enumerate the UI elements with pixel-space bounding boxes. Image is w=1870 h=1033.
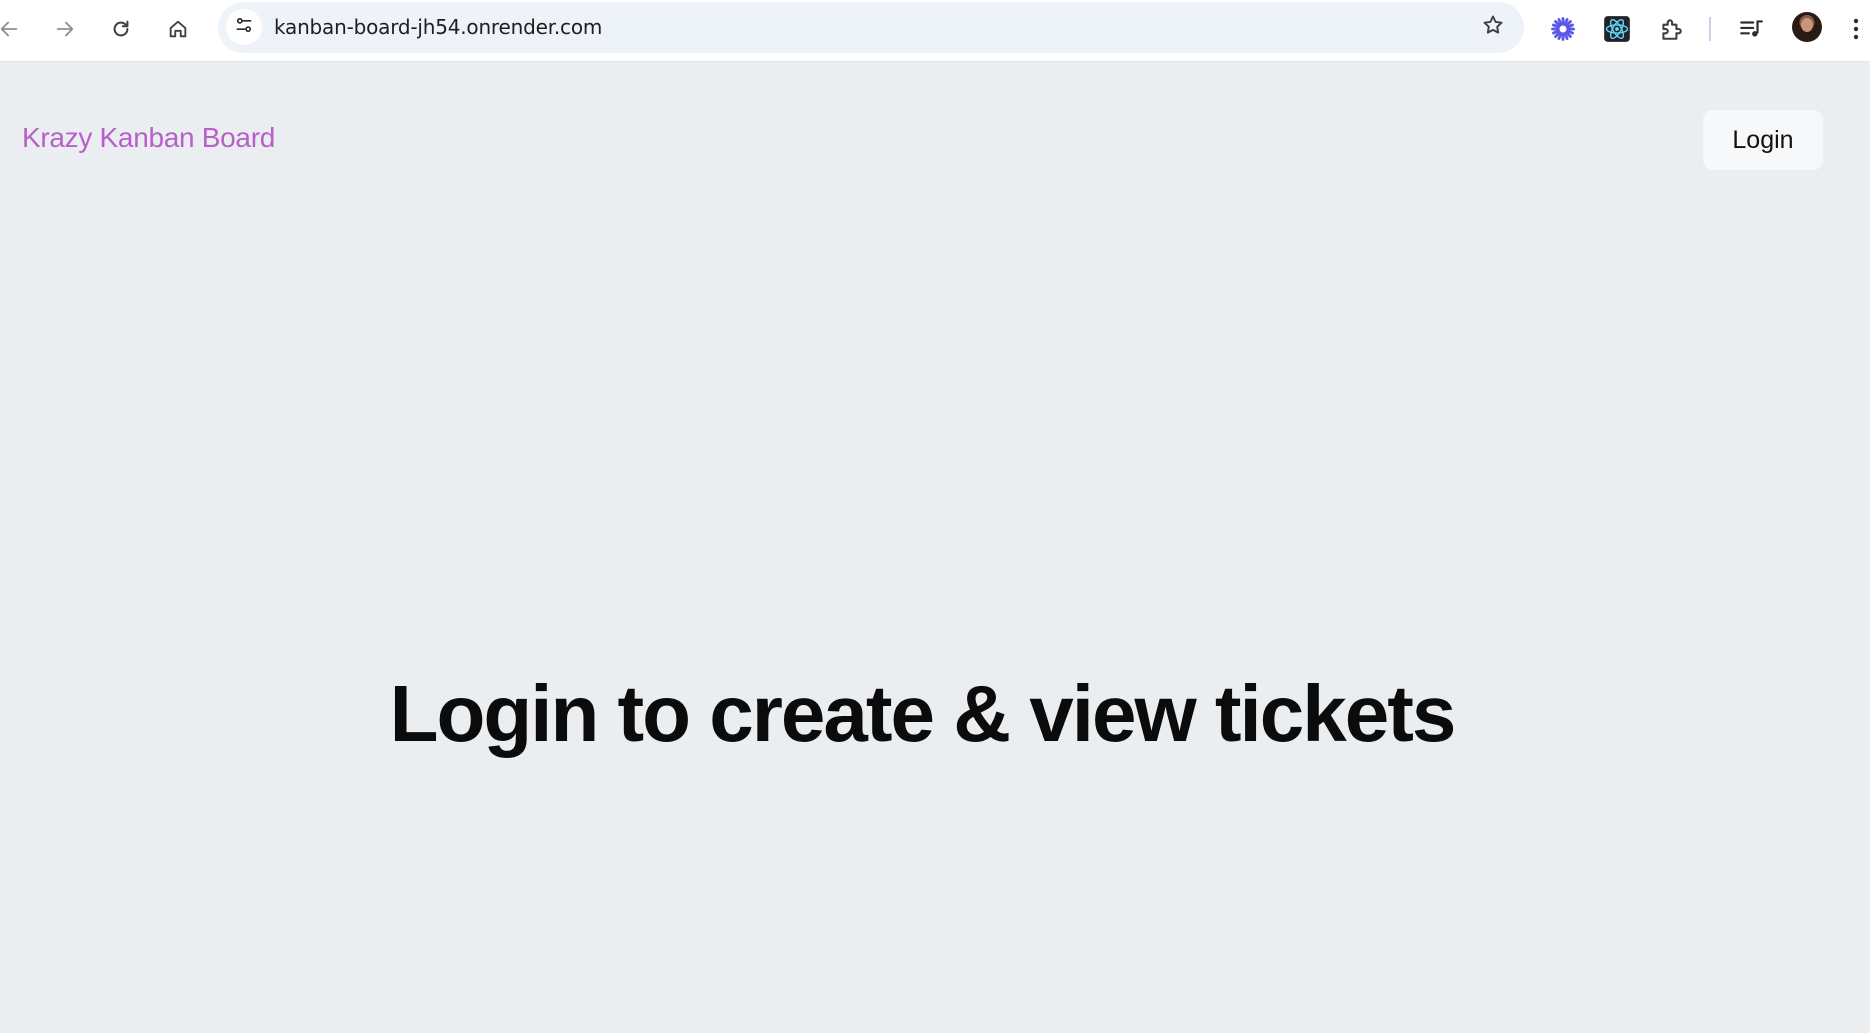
home-icon	[167, 18, 189, 40]
tune-icon	[234, 15, 254, 40]
forward-button[interactable]	[45, 9, 85, 49]
browser-toolbar: kanban-board-jh54.onrender.com	[0, 0, 1870, 62]
arrow-right-icon	[54, 18, 76, 40]
toolbar-separator	[1709, 17, 1711, 41]
extension-button-2[interactable]	[1597, 9, 1637, 49]
page-headline: Login to create & view tickets	[389, 669, 1457, 758]
kebab-menu-icon	[1852, 17, 1860, 41]
arrow-left-icon	[0, 18, 20, 40]
back-button[interactable]	[0, 9, 29, 49]
reload-button[interactable]	[101, 9, 141, 49]
page-content: Krazy Kanban Board Login Login to create…	[0, 62, 1870, 1033]
login-button[interactable]: Login	[1703, 110, 1823, 170]
bookmark-button[interactable]	[1476, 10, 1510, 44]
address-bar[interactable]: kanban-board-jh54.onrender.com	[218, 2, 1524, 53]
react-devtools-icon	[1603, 15, 1631, 43]
site-info-button[interactable]	[226, 9, 262, 45]
home-button[interactable]	[158, 9, 198, 49]
brand-link[interactable]: Krazy Kanban Board	[22, 122, 275, 154]
browser-menu-button[interactable]	[1842, 9, 1870, 49]
media-button[interactable]	[1731, 9, 1771, 49]
url-text[interactable]: kanban-board-jh54.onrender.com	[274, 2, 602, 53]
extensions-button[interactable]	[1651, 9, 1691, 49]
media-queue-icon	[1738, 16, 1764, 42]
avatar[interactable]	[1792, 12, 1822, 42]
asterisk-extension-icon	[1549, 15, 1577, 43]
reload-icon	[110, 18, 132, 40]
extension-button-1[interactable]	[1543, 9, 1583, 49]
puzzle-icon	[1658, 16, 1684, 42]
star-icon	[1481, 13, 1505, 42]
